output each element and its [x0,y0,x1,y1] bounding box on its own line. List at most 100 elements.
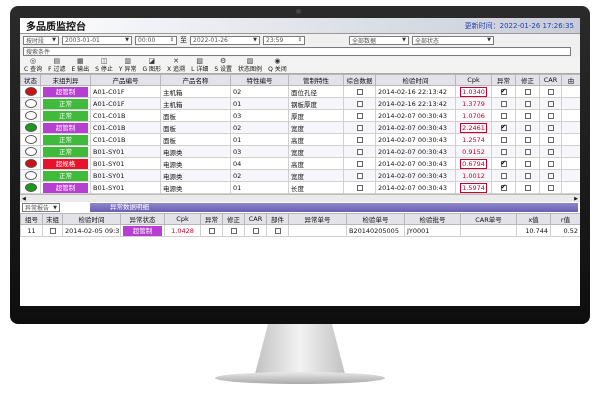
car-checkbox[interactable] [547,88,554,95]
fix-checkbox[interactable] [524,124,531,131]
table-row[interactable]: 正常 C01-C01B 面板 03 厚度 2014-02-07 00:30:43 1.070… [20,109,580,122]
combined-data-checkbox[interactable] [356,184,363,191]
status-scope-select[interactable]: 全部状态 ▼ [412,35,494,45]
fix-checkbox[interactable] [524,100,531,107]
grid-col-header-4[interactable]: 特性编号 [230,74,289,86]
toolbar-button-8[interactable]: ⚙ S 设置 [214,57,232,73]
fix-checkbox[interactable] [524,148,531,155]
scroll-right-icon[interactable]: ▶ [574,196,578,202]
car-checkbox[interactable] [547,148,554,155]
detail-col-header-5[interactable]: 异常 [200,213,223,225]
detail-col-header-6[interactable]: 修正 [222,213,245,225]
toolbar-button-3[interactable]: ◫ S 停止 [95,57,113,73]
toolbar-button-1[interactable]: ▤ F 过滤 [48,57,65,73]
fix-checkbox[interactable] [524,184,531,191]
grid-col-header-1[interactable]: 末组判异 [40,74,91,86]
combined-data-checkbox[interactable] [356,124,363,131]
detail-col-header-4[interactable]: Cpk [164,213,201,225]
combined-data-checkbox[interactable] [356,112,363,119]
detail-col-header-1[interactable]: 末组 [42,213,63,225]
grid-col-header-6[interactable]: 综合数据 [343,74,376,86]
toolbar-button-7[interactable]: ▧ L 详细 [191,57,208,73]
abnormal-checkbox[interactable] [500,100,507,107]
car-checkbox[interactable] [547,160,554,167]
end-time-spinner[interactable]: 23:59 ⇕ [263,35,305,45]
report-type-select[interactable]: 异常报告 ▼ [22,203,60,212]
start-time-spinner[interactable]: 00:00 ⇕ [135,35,177,45]
toolbar-button-6[interactable]: ✕ X 追溯 [167,57,185,73]
abnormal-checkbox[interactable] [500,172,507,179]
toolbar-button-4[interactable]: ▥ Y 异常 [119,57,137,73]
abnormal-checkbox[interactable] [500,87,507,95]
abnormal-checkbox[interactable] [500,112,507,119]
time-mode-select[interactable]: 按时段 ▼ [23,35,59,45]
abnormal-checkbox[interactable] [500,123,507,131]
grid-col-header-8[interactable]: Cpk [455,74,492,86]
detail-abn-checkbox[interactable] [208,227,215,234]
fix-checkbox[interactable] [524,160,531,167]
detail-col-header-2[interactable]: 检验时间 [62,213,121,225]
car-checkbox[interactable] [547,124,554,131]
toolbar-button-2[interactable]: ▦ E 输出 [71,57,89,73]
toolbar-button-5[interactable]: ◪ G 图形 [142,57,161,73]
combined-data-checkbox[interactable] [356,88,363,95]
start-date-picker[interactable]: 2003-01-01 ▼ [62,35,132,45]
detail-col-header-7[interactable]: CAR [244,213,267,225]
fix-checkbox[interactable] [524,88,531,95]
detail-col-header-10[interactable]: 检验单号 [346,213,405,225]
grid-col-header-2[interactable]: 产品编号 [90,74,161,86]
grid-col-header-10[interactable]: 修正 [515,74,540,86]
detail-part-checkbox[interactable] [274,227,281,234]
detail-col-header-3[interactable]: 异常状态 [120,213,165,225]
end-date-picker[interactable]: 2022-01-26 ▼ [190,35,260,45]
detail-col-header-11[interactable]: 检验批号 [404,213,461,225]
grid-col-header-7[interactable]: 检验时间 [375,74,456,86]
grid-col-header-0[interactable]: 状态 [20,74,41,86]
combined-data-checkbox[interactable] [356,172,363,179]
detail-col-header-0[interactable]: 组号 [20,213,43,225]
last-group-checkbox[interactable] [49,227,56,234]
grid-col-header-3[interactable]: 产品名称 [160,74,231,86]
table-row[interactable]: 正常 B01-SY01 电源类 02 宽度 2014-02-07 00:30:43 1.00… [20,169,580,182]
fix-checkbox[interactable] [524,172,531,179]
table-row[interactable]: 超规格 B01-SY01 电源类 04 高度 2014-02-07 00:30:43 0.6… [20,157,580,170]
combined-data-checkbox[interactable] [356,136,363,143]
table-row[interactable]: 正常 A01-C01F 主机箱 01 钢板厚度 2014-02-16 22:13:42 1.… [20,97,580,110]
scroll-left-icon[interactable]: ◀ [22,196,26,202]
table-row[interactable]: 正常 C01-C01B 面板 01 高度 2014-02-07 00:30:43 1.257… [20,133,580,146]
table-row[interactable]: 正常 B01-SY01 电源类 03 宽度 2014-02-07 00:30:43 0.91… [20,145,580,158]
combined-data-checkbox[interactable] [356,148,363,155]
car-checkbox[interactable] [547,100,554,107]
grid-col-header-11[interactable]: CAR [539,74,562,86]
table-row[interactable]: 超管制 B01-SY01 电源类 01 长度 2014-02-07 00:30:43 1.5… [20,181,580,194]
search-condition-input[interactable]: 搜索条件 [23,47,571,56]
abnormal-checkbox[interactable] [500,183,507,191]
table-row[interactable]: 超管制 C01-C01B 面板 02 宽度 2014-02-07 00:30:43 2.24… [20,121,580,134]
detail-col-header-8[interactable]: 部件 [266,213,289,225]
data-scope-select[interactable]: 全部数据 ▼ [349,35,409,45]
combined-data-checkbox[interactable] [356,100,363,107]
toolbar-button-9[interactable]: ▨ 状态图例 [238,57,262,73]
detail-col-header-13[interactable]: x值 [516,213,551,225]
car-checkbox[interactable] [547,172,554,179]
car-checkbox[interactable] [547,184,554,191]
grid-col-header-9[interactable]: 异常 [491,74,516,86]
abnormal-checkbox[interactable] [500,159,507,167]
car-checkbox[interactable] [547,112,554,119]
detail-col-header-9[interactable]: 异常单号 [288,213,347,225]
table-row[interactable]: 超管制 A01-C01F 主机箱 02 面位孔径 2014-02-16 22:13:42 1… [20,85,580,98]
detail-fix-checkbox[interactable] [230,227,237,234]
detail-row[interactable]: 11 2014-02-05 09:32:41超管制 1.0428 B201402050… [20,224,580,237]
grid-col-header-12[interactable]: 由 [561,74,580,86]
detail-car-checkbox[interactable] [252,227,259,234]
detail-col-header-14[interactable]: r值 [550,213,580,225]
fix-checkbox[interactable] [524,112,531,119]
abnormal-checkbox[interactable] [500,136,507,143]
fix-checkbox[interactable] [524,136,531,143]
detail-col-header-12[interactable]: CAR单号 [460,213,517,225]
toolbar-button-10[interactable]: ◉ Q 关闭 [268,57,287,73]
car-checkbox[interactable] [547,136,554,143]
grid-col-header-5[interactable]: 管制特性 [288,74,344,86]
toolbar-button-0[interactable]: ◎ C 查询 [24,57,42,73]
abnormal-checkbox[interactable] [500,148,507,155]
